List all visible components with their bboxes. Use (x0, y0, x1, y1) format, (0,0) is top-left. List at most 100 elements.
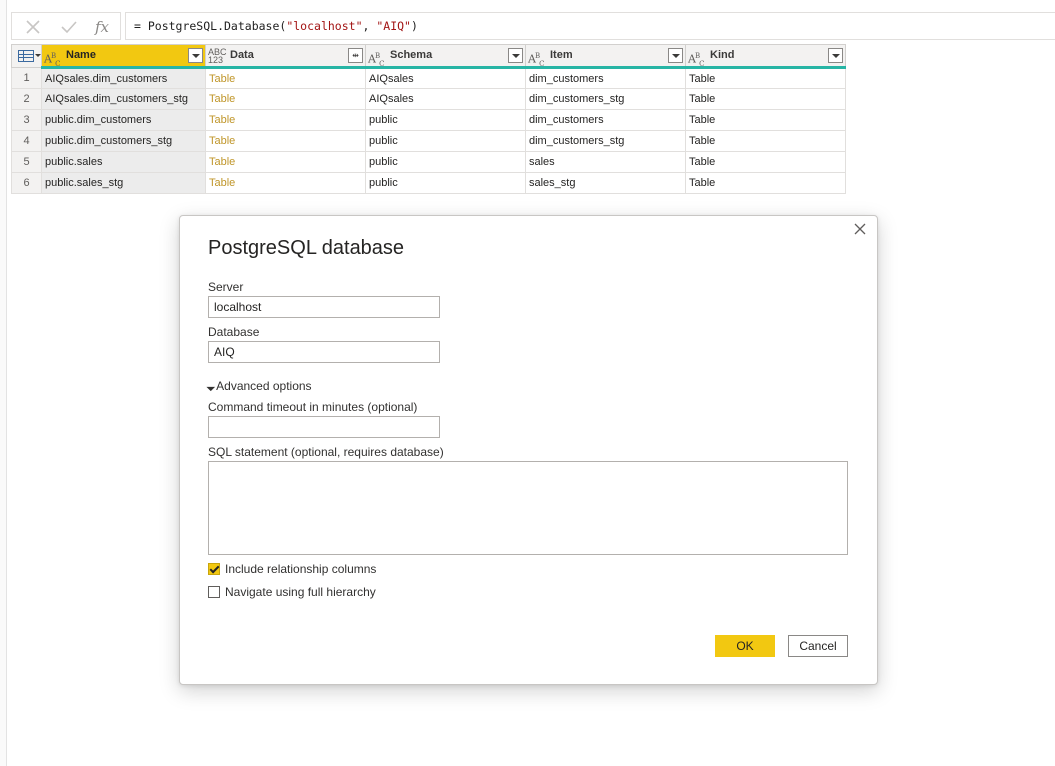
cell-data-table-link[interactable]: Table (205, 88, 366, 110)
column-label: Kind (710, 49, 735, 61)
advanced-options-toggle[interactable]: ◢Advanced options (205, 379, 312, 393)
cell-schema[interactable]: public (365, 130, 526, 152)
include-relationship-label[interactable]: Include relationship columns (225, 562, 376, 576)
row-number[interactable]: 3 (11, 109, 42, 131)
cell-name[interactable]: AIQsales.dim_customers (41, 67, 206, 89)
column-label: Name (66, 49, 96, 61)
cell-item[interactable]: sales_stg (525, 172, 686, 194)
formula-input[interactable]: = PostgreSQL.Database("localhost", "AIQ"… (125, 12, 1055, 40)
cell-data-table-link[interactable]: Table (205, 109, 366, 131)
postgresql-dialog: PostgreSQL database Server Database ◢Adv… (179, 215, 878, 685)
table-row[interactable]: 2 AIQsales.dim_customers_stg Table AIQsa… (11, 88, 846, 110)
cell-data-table-link[interactable]: Table (205, 67, 366, 89)
cell-item[interactable]: dim_customers (525, 67, 686, 89)
cell-item[interactable]: dim_customers (525, 109, 686, 131)
cell-item[interactable]: sales (525, 151, 686, 173)
sql-statement-textarea[interactable] (208, 461, 848, 555)
column-label: Schema (390, 49, 433, 61)
cell-data-table-link[interactable]: Table (205, 172, 366, 194)
column-header-schema[interactable]: ABC Schema (365, 44, 526, 69)
formula-prefix: = PostgreSQL.Database( (134, 19, 287, 33)
row-number[interactable]: 6 (11, 172, 42, 194)
cell-kind[interactable]: Table (685, 67, 846, 89)
cell-kind[interactable]: Table (685, 109, 846, 131)
column-header-kind[interactable]: ABC Kind (685, 44, 846, 69)
text-type-icon[interactable]: ABC (368, 48, 388, 68)
header-row: ABC Name ABC 123 Data ⇹ ABC Schema ABC I… (11, 44, 846, 69)
timeout-label: Command timeout in minutes (optional) (208, 400, 418, 414)
filter-dropdown-button[interactable] (508, 48, 523, 63)
cell-schema[interactable]: public (365, 109, 526, 131)
cell-kind[interactable]: Table (685, 151, 846, 173)
cell-item[interactable]: dim_customers_stg (525, 88, 686, 110)
column-header-data[interactable]: ABC 123 Data ⇹ (205, 44, 366, 69)
ok-button[interactable]: OK (715, 635, 775, 657)
row-number[interactable]: 1 (11, 67, 42, 89)
text-type-icon[interactable]: ABC (688, 48, 708, 68)
table-row[interactable]: 3 public.dim_customers Table public dim_… (11, 109, 846, 131)
filter-dropdown-button[interactable] (828, 48, 843, 63)
filter-dropdown-button[interactable] (188, 48, 203, 63)
chevron-down-icon (35, 54, 41, 57)
cancel-button[interactable]: Cancel (788, 635, 848, 657)
table-row[interactable]: 6 public.sales_stg Table public sales_st… (11, 172, 846, 194)
text-type-icon[interactable]: ABC (44, 48, 64, 68)
text-type-icon[interactable]: ABC (528, 48, 548, 68)
formula-suffix: ) (410, 19, 418, 33)
database-input[interactable] (208, 341, 440, 363)
column-header-item[interactable]: ABC Item (525, 44, 686, 69)
triangle-down-icon: ◢ (205, 381, 217, 392)
cell-name[interactable]: public.dim_customers (41, 109, 206, 131)
cell-name[interactable]: AIQsales.dim_customers_stg (41, 88, 206, 110)
formula-buttons: fx (11, 12, 121, 40)
server-label: Server (208, 280, 244, 294)
cell-name[interactable]: public.sales (41, 151, 206, 173)
database-label: Database (208, 325, 260, 339)
column-header-name[interactable]: ABC Name (41, 44, 206, 69)
table-icon (18, 50, 34, 62)
cell-name[interactable]: public.sales_stg (41, 172, 206, 194)
cell-item[interactable]: dim_customers_stg (525, 130, 686, 152)
row-number[interactable]: 4 (11, 130, 42, 152)
cell-kind[interactable]: Table (685, 172, 846, 194)
power-query-editor: fx = PostgreSQL.Database("localhost", "A… (0, 0, 1055, 766)
timeout-input[interactable] (208, 416, 440, 438)
cell-schema[interactable]: public (365, 172, 526, 194)
formula-bar: fx = PostgreSQL.Database("localhost", "A… (11, 12, 1055, 40)
include-relationship-checkbox[interactable] (208, 563, 220, 575)
row-number[interactable]: 5 (11, 151, 42, 173)
dialog-title: PostgreSQL database (208, 237, 405, 259)
data-grid: ABC Name ABC 123 Data ⇹ ABC Schema ABC I… (11, 44, 846, 194)
advanced-options-label: Advanced options (216, 379, 312, 393)
cell-kind[interactable]: Table (685, 88, 846, 110)
table-row[interactable]: 4 public.dim_customers_stg Table public … (11, 130, 846, 152)
full-hierarchy-checkbox[interactable] (208, 586, 220, 598)
column-label: Item (550, 49, 573, 61)
column-label: Data (230, 49, 254, 61)
sql-label: SQL statement (optional, requires databa… (208, 445, 444, 459)
table-row[interactable]: 1 AIQsales.dim_customers Table AIQsales … (11, 67, 846, 89)
cell-schema[interactable]: AIQsales (365, 88, 526, 110)
check-icon[interactable] (59, 17, 79, 37)
filter-dropdown-button[interactable] (668, 48, 683, 63)
formula-separator: , (362, 19, 377, 33)
table-menu-button[interactable] (11, 44, 42, 68)
cell-data-table-link[interactable]: Table (205, 151, 366, 173)
cell-schema[interactable]: public (365, 151, 526, 173)
any-type-icon[interactable]: ABC 123 (208, 48, 228, 65)
formula-arg-database: "AIQ" (376, 19, 411, 33)
close-icon[interactable] (851, 221, 869, 239)
x-icon[interactable] (23, 17, 43, 37)
cell-name[interactable]: public.dim_customers_stg (41, 130, 206, 152)
cell-schema[interactable]: AIQsales (365, 67, 526, 89)
formula-arg-server: "localhost" (286, 19, 363, 33)
server-input[interactable] (208, 296, 440, 318)
row-number[interactable]: 2 (11, 88, 42, 110)
cell-data-table-link[interactable]: Table (205, 130, 366, 152)
expand-column-icon[interactable]: ⇹ (348, 48, 363, 63)
cell-kind[interactable]: Table (685, 130, 846, 152)
queries-pane-edge[interactable] (0, 0, 7, 766)
fx-icon[interactable]: fx (95, 17, 115, 37)
table-row[interactable]: 5 public.sales Table public sales Table (11, 151, 846, 173)
full-hierarchy-label[interactable]: Navigate using full hierarchy (225, 585, 376, 599)
